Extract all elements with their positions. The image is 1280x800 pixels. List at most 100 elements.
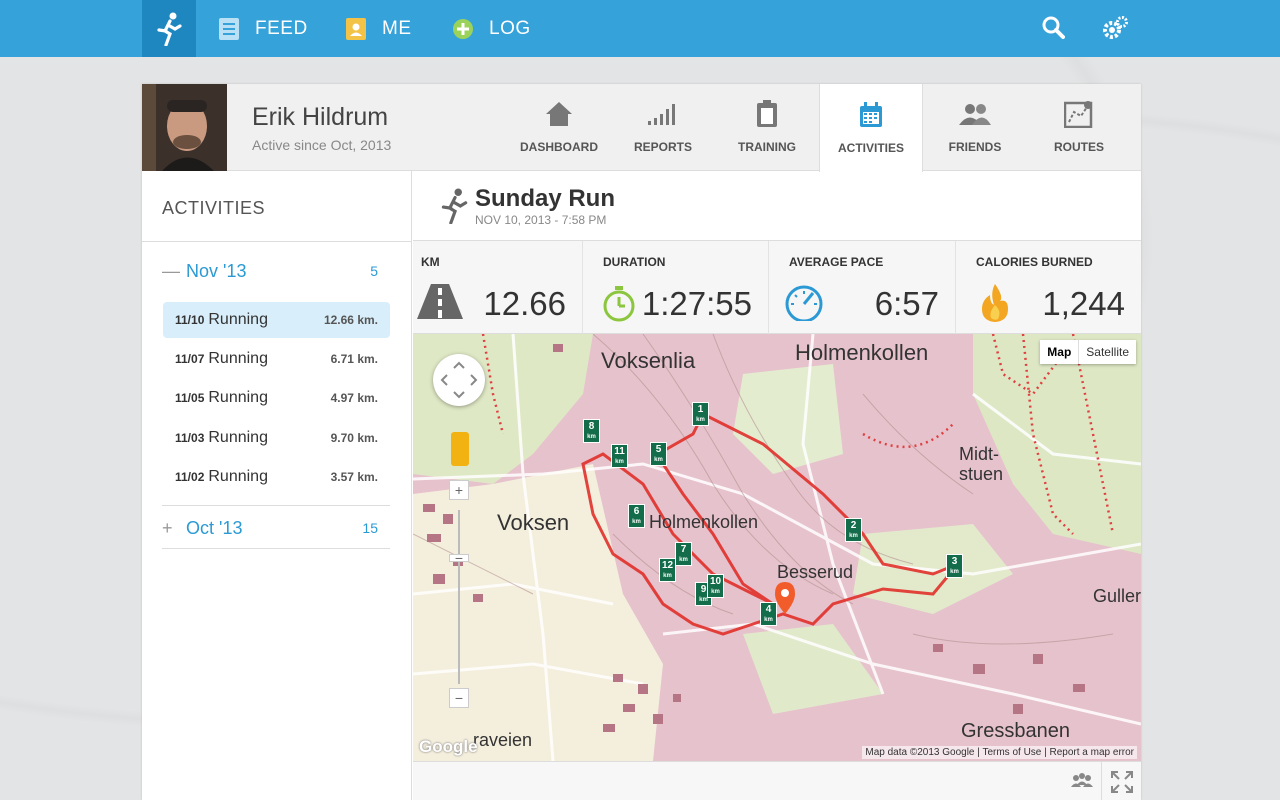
km-marker[interactable]: 10 km: [707, 574, 724, 598]
runner-logo-icon[interactable]: [142, 0, 196, 57]
nav-me[interactable]: ME: [345, 0, 412, 57]
nav-feed[interactable]: FEED: [218, 0, 308, 57]
activity-title: Sunday Run: [475, 185, 616, 212]
map-place: raveien: [473, 730, 533, 750]
month-oct[interactable]: + Oct '13 15: [162, 508, 390, 548]
km-marker[interactable]: 2 km: [845, 518, 862, 542]
activity-date: 11/05: [175, 391, 205, 405]
month-count: 15: [362, 520, 378, 536]
activity-distance: 6.71 km.: [330, 352, 378, 366]
avatar[interactable]: [142, 84, 227, 171]
map-pan-control[interactable]: [433, 354, 485, 406]
km-marker-number: 3: [951, 556, 958, 567]
km-marker[interactable]: 6 km: [628, 504, 645, 528]
activity-row[interactable]: 11/02 Running 3.57 km.: [163, 459, 390, 495]
activity-row[interactable]: 11/03 Running 9.70 km.: [163, 420, 390, 456]
km-marker-number: 10: [709, 576, 722, 587]
nav-me-label: ME: [382, 17, 412, 39]
route-icon: [1064, 100, 1094, 128]
activity-distance: 9.70 km.: [330, 431, 378, 445]
stat-value: 12.66: [483, 285, 566, 322]
divider: [162, 505, 390, 506]
stat-value: 6:57: [874, 285, 939, 322]
km-marker[interactable]: 3 km: [946, 554, 963, 578]
group-icon[interactable]: [1071, 772, 1093, 793]
profile-name: Erik Hildrum: [252, 103, 389, 131]
km-marker-number: 1: [697, 404, 704, 415]
feed-icon: [218, 17, 239, 40]
zoom-slider[interactable]: [458, 510, 460, 684]
activity-date: 11/02: [175, 470, 205, 484]
km-marker-number: 12: [661, 560, 674, 571]
zoom-out-button[interactable]: −: [449, 688, 469, 708]
nav-feed-label: FEED: [255, 17, 308, 39]
map-place: Holmenkollen: [649, 512, 759, 532]
collapse-icon: —: [162, 260, 180, 281]
runner-icon: [440, 188, 468, 229]
km-marker[interactable]: 8 km: [583, 419, 600, 443]
activity-type: Running: [208, 350, 268, 367]
activity-row[interactable]: 11/07 Running 6.71 km.: [163, 341, 390, 377]
month-nov[interactable]: — Nov '13 5: [162, 251, 390, 291]
tab-reports-label: REPORTS: [633, 140, 692, 154]
tab-dashboard-label: DASHBOARD: [520, 140, 598, 154]
stat-duration: DURATION 1:27:55: [583, 241, 769, 335]
km-marker[interactable]: 1 km: [692, 402, 709, 426]
month-label: Nov '13: [186, 260, 247, 281]
activity-type: Running: [208, 429, 268, 446]
route-map[interactable]: Voksenlia Holmenkollen Voksen Holmenkoll…: [413, 334, 1141, 761]
map-type-satellite-button[interactable]: Satellite: [1079, 340, 1136, 364]
activity-date: 11/10: [175, 313, 205, 327]
activity-datetime: NOV 10, 2013 - 7:58 PM: [475, 213, 607, 227]
km-marker-number: 11: [614, 446, 625, 457]
month-label: Oct '13: [186, 517, 243, 538]
street-view-pegman-icon[interactable]: [451, 432, 469, 466]
km-marker[interactable]: 4 km: [760, 602, 777, 626]
nav-log[interactable]: LOG: [452, 0, 531, 57]
tab-training[interactable]: TRAINING: [715, 84, 819, 171]
tab-friends[interactable]: FRIENDS: [923, 84, 1027, 171]
settings-gear-icon[interactable]: [1102, 15, 1130, 46]
km-marker-number: 5: [655, 444, 662, 455]
map-attribution[interactable]: Map data ©2013 Google | Terms of Use | R…: [862, 746, 1137, 759]
road-icon: [417, 283, 463, 324]
divider: [142, 241, 412, 242]
km-marker-number: 4: [765, 604, 772, 615]
km-marker[interactable]: 12 km: [659, 558, 676, 582]
stat-value: 1:27:55: [641, 285, 752, 322]
activity-card: Erik Hildrum Active since Oct, 2013 DASH…: [142, 84, 1141, 800]
map-type-map-button[interactable]: Map: [1040, 340, 1080, 364]
activity-row[interactable]: 11/10 Running 12.66 km.: [163, 302, 390, 338]
nav-log-label: LOG: [489, 17, 531, 39]
tab-routes[interactable]: ROUTES: [1027, 84, 1131, 171]
stat-km: KM 12.66: [413, 241, 583, 335]
activity-type: Running: [208, 468, 268, 485]
friends-icon: [958, 100, 992, 128]
km-marker-number: 6: [633, 506, 640, 517]
google-logo: Google: [419, 737, 478, 756]
stat-label: CALORIES BURNED: [976, 255, 1093, 269]
km-marker[interactable]: 11 km: [611, 444, 628, 468]
tab-reports[interactable]: REPORTS: [611, 84, 715, 171]
calendar-icon: [859, 101, 883, 129]
fullscreen-icon[interactable]: [1101, 762, 1141, 800]
activity-row[interactable]: 11/05 Running 4.97 km.: [163, 380, 390, 416]
clipboard-icon: [756, 100, 778, 128]
zoom-in-button[interactable]: +: [449, 480, 469, 500]
tab-activities[interactable]: ACTIVITIES: [819, 84, 923, 172]
map-place: Besserud: [777, 562, 854, 582]
zoom-slider-handle[interactable]: −: [449, 551, 469, 565]
activity-type: Running: [208, 311, 268, 328]
tab-dashboard[interactable]: DASHBOARD: [507, 84, 611, 171]
flame-icon: [978, 283, 1012, 328]
map-canvas: [413, 334, 1141, 761]
map-place: Gressbanen: [961, 720, 1070, 742]
km-marker[interactable]: 7 km: [675, 542, 692, 566]
bars-icon: [647, 100, 679, 128]
activity-distance: 4.97 km.: [330, 391, 378, 405]
divider: [162, 548, 390, 549]
speedometer-icon: [783, 283, 825, 326]
search-icon[interactable]: [1041, 15, 1065, 44]
km-marker[interactable]: 5 km: [650, 442, 667, 466]
stat-pace: AVERAGE PACE 6:57: [769, 241, 956, 335]
